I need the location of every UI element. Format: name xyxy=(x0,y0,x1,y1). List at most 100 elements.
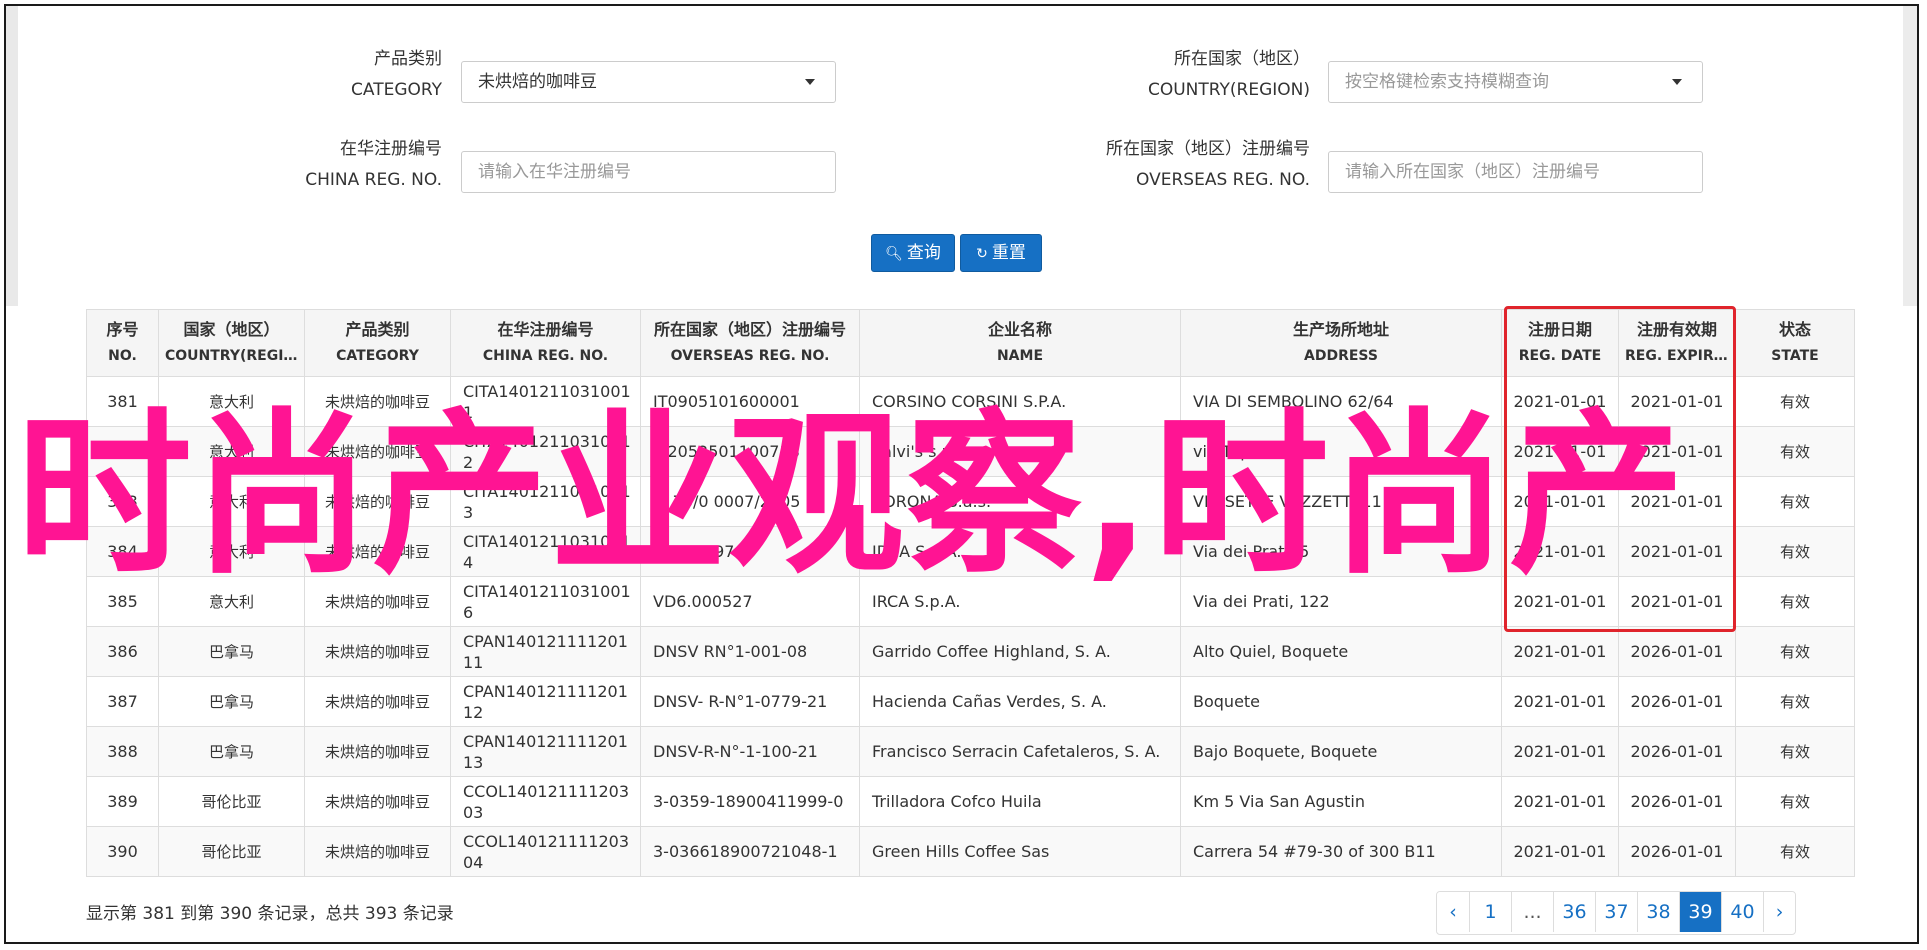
page-37[interactable]: 37 xyxy=(1595,892,1637,932)
cell-state: 有效 xyxy=(1735,526,1855,577)
cell-china-reg: CCOL14012111120304 xyxy=(450,826,641,877)
header-category: 产品类别 CATEGORY xyxy=(304,309,451,377)
page-36[interactable]: 36 xyxy=(1553,892,1595,932)
cell-overseas-reg: IT2052501100718 xyxy=(640,426,860,477)
cell-reg-date: 2021-01-01 xyxy=(1501,426,1619,477)
cell-china-reg: CPAN14012111120112 xyxy=(450,676,641,727)
table-body: 381 意大利 未烘焙的咖啡豆 CITA14012110310011 IT0905101… xyxy=(86,376,1855,877)
table-header: 序号 NO. 国家（地区） COUNTRY(REGION) 产品类别 CATEGORY 在华… xyxy=(86,309,1855,377)
cell-reg-date: 2021-01-01 xyxy=(1501,826,1619,877)
header-no: 序号 NO. xyxy=(86,309,159,377)
category-label-zh: 产品类别 xyxy=(374,49,442,69)
page-next-button[interactable]: › xyxy=(1763,892,1795,932)
cell-no: 389 xyxy=(86,776,159,827)
cell-name: CORONA S.a.s. xyxy=(859,476,1181,527)
header-reg-expire: 注册有效期 REG. EXPIRE DATE xyxy=(1618,309,1736,377)
cell-category: 未烘焙的咖啡豆 xyxy=(304,476,451,527)
cell-reg-expire: 2026-01-01 xyxy=(1618,676,1736,727)
table-row: 389 哥伦比亚 未烘焙的咖啡豆 CCOL14012111120303 3-0359-1… xyxy=(86,776,1855,827)
header-reg-date: 注册日期 REG. DATE xyxy=(1501,309,1619,377)
header-name-zh: 企业名称 xyxy=(987,320,1052,339)
header-overseas-reg-en: OVERSEAS REG. NO. xyxy=(670,348,830,364)
overseas-reg-input[interactable]: 请输入所在国家（地区）注册编号 xyxy=(1328,151,1703,193)
cell-reg-expire: 2026-01-01 xyxy=(1618,826,1736,877)
cell-category: 未烘焙的咖啡豆 xyxy=(304,626,451,677)
page-1[interactable]: 1 xyxy=(1469,892,1511,932)
page-prev-button[interactable]: ‹ xyxy=(1437,892,1469,932)
page-38[interactable]: 38 xyxy=(1637,892,1679,932)
search-icon: 🔍︎ xyxy=(885,246,903,262)
cell-name: IDEA S.p.A. xyxy=(859,526,1181,577)
header-state-zh: 状态 xyxy=(1778,320,1811,339)
cell-address: via Tripoli xyxy=(1180,426,1502,477)
header-name-en: NAME xyxy=(996,348,1044,364)
overseas-reg-label-zh: 所在国家（地区）注册编号 xyxy=(1106,139,1310,159)
header-reg-date-zh: 注册日期 xyxy=(1527,320,1592,339)
cell-name: IRCA S.p.A. xyxy=(859,576,1181,627)
reset-button-label: 重置 xyxy=(991,243,1026,263)
reset-button[interactable]: ↻ 重置 xyxy=(960,234,1042,272)
cell-no: 388 xyxy=(86,726,159,777)
cell-state: 有效 xyxy=(1735,776,1855,827)
cell-overseas-reg: VD6.000527 xyxy=(640,576,860,627)
china-reg-input[interactable]: 请输入在华注册编号 xyxy=(461,151,836,193)
cell-name: Salvi's s.r.l. xyxy=(859,426,1181,477)
cell-category: 未烘焙的咖啡豆 xyxy=(304,726,451,777)
table-row: 381 意大利 未烘焙的咖啡豆 CITA14012110310011 IT0905101… xyxy=(86,376,1855,427)
cell-state: 有效 xyxy=(1735,726,1855,777)
cell-reg-date: 2021-01-01 xyxy=(1501,626,1619,677)
page-40[interactable]: 40 xyxy=(1721,892,1763,932)
cell-reg-expire: 2026-01-01 xyxy=(1618,726,1736,777)
category-label: 产品类别 CATEGORY xyxy=(296,44,442,106)
header-reg-date-en: REG. DATE xyxy=(1518,348,1602,364)
cell-state: 有效 xyxy=(1735,476,1855,527)
cell-name: Green Hills Coffee Sas xyxy=(859,826,1181,877)
cell-no: 390 xyxy=(86,826,159,877)
cell-overseas-reg: 3-0359-18900411999-0 xyxy=(640,776,860,827)
cell-china-reg: CPAN14012111120113 xyxy=(450,726,641,777)
cell-category: 未烘焙的咖啡豆 xyxy=(304,426,451,477)
cell-china-reg: CITA14012110310014 xyxy=(450,526,641,577)
cell-reg-date: 2021-01-01 xyxy=(1501,376,1619,427)
header-address-zh: 生产场所地址 xyxy=(1292,320,1389,339)
header-country-zh: 国家（地区） xyxy=(183,320,280,339)
cell-reg-date: 2021-01-01 xyxy=(1501,726,1619,777)
cell-address: Boquete xyxy=(1180,676,1502,727)
cell-overseas-reg: IT 76/0 0007/2005 xyxy=(640,476,860,527)
header-category-zh: 产品类别 xyxy=(345,320,410,339)
cell-no: 381 xyxy=(86,376,159,427)
cell-country: 巴拿马 xyxy=(158,676,305,727)
cell-reg-expire: 2026-01-01 xyxy=(1618,626,1736,677)
cell-state: 有效 xyxy=(1735,426,1855,477)
country-label-en: COUNTRY(REGION) xyxy=(1147,80,1310,100)
cell-no: 382 xyxy=(86,426,159,477)
cell-category: 未烘焙的咖啡豆 xyxy=(304,576,451,627)
country-select[interactable]: 按空格键检索支持模糊查询 xyxy=(1328,61,1703,103)
registration-table: 序号 NO. 国家（地区） COUNTRY(REGION) 产品类别 CATEGORY 在华… xyxy=(86,309,1855,877)
cell-reg-expire: 2021-01-01 xyxy=(1618,426,1736,477)
cell-address: VIA DI SEMBOLINO 62/64 xyxy=(1180,376,1502,427)
search-button[interactable]: 🔍︎ 查询 xyxy=(871,234,955,272)
category-select[interactable]: 未烘焙的咖啡豆 xyxy=(461,61,836,103)
cell-country: 巴拿马 xyxy=(158,626,305,677)
country-select-placeholder: 按空格键检索支持模糊查询 xyxy=(1345,72,1549,92)
cell-reg-expire: 2026-01-01 xyxy=(1618,776,1736,827)
cell-overseas-reg: 159.0 697 xyxy=(640,526,860,577)
chevron-down-icon xyxy=(805,79,815,85)
cell-reg-expire: 2021-01-01 xyxy=(1618,576,1736,627)
header-reg-expire-en: REG. EXPIRE DATE xyxy=(1625,348,1729,364)
chevron-down-icon xyxy=(1672,79,1682,85)
cell-state: 有效 xyxy=(1735,826,1855,877)
cell-reg-date: 2021-01-01 xyxy=(1501,526,1619,577)
table-row: 388 巴拿马 未烘焙的咖啡豆 CPAN14012111120113 DNSV-R-N°… xyxy=(86,726,1855,777)
cell-reg-date: 2021-01-01 xyxy=(1501,676,1619,727)
cell-country: 哥伦比亚 xyxy=(158,826,305,877)
right-scrollbar[interactable] xyxy=(1903,6,1917,306)
table-row: 387 巴拿马 未烘焙的咖啡豆 CPAN14012111120112 DNSV- R-N… xyxy=(86,676,1855,727)
table-row: 390 哥伦比亚 未烘焙的咖啡豆 CCOL14012111120304 3-036618… xyxy=(86,826,1855,877)
page-39[interactable]: 39 xyxy=(1679,892,1721,932)
cell-name: Trilladora Cofco Huila xyxy=(859,776,1181,827)
overseas-reg-label: 所在国家（地区）注册编号 OVERSEAS REG. NO. xyxy=(1066,134,1310,196)
cell-reg-date: 2021-01-01 xyxy=(1501,576,1619,627)
cell-category: 未烘焙的咖啡豆 xyxy=(304,526,451,577)
